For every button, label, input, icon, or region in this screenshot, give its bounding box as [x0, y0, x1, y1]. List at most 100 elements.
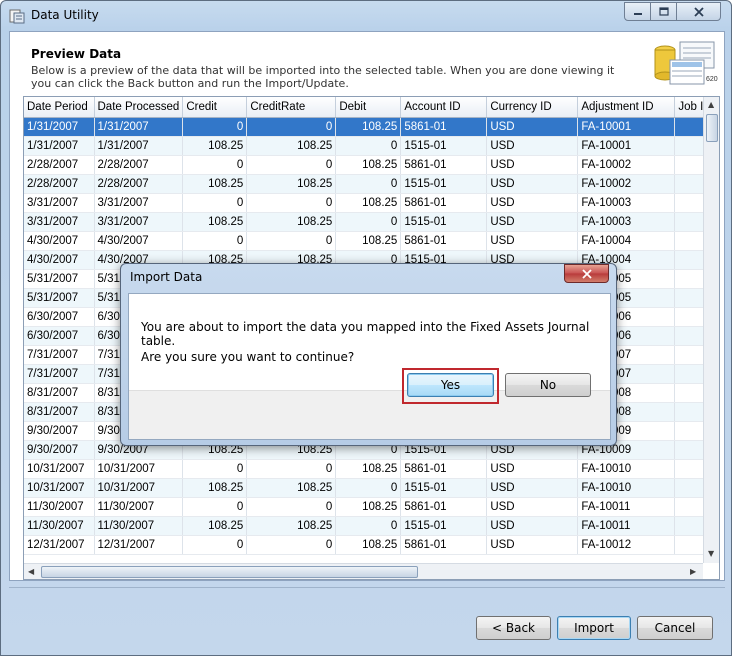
- table-cell: 10/31/2007: [94, 478, 184, 498]
- table-cell: USD: [486, 497, 579, 517]
- table-cell: 3/31/2007: [24, 212, 95, 232]
- maximize-button[interactable]: [650, 2, 677, 21]
- table-cell: USD: [486, 516, 579, 536]
- table-cell: 6/30/2007: [24, 326, 95, 346]
- table-cell: FA-10003: [577, 212, 676, 232]
- table-row[interactable]: 10/31/2007 10/31/2007 0 0 108.25 5861-01 USD FA…: [24, 459, 716, 479]
- table-cell: 5861-01: [400, 535, 488, 555]
- table-cell: 1515-01: [400, 136, 488, 156]
- column-header-credit[interactable]: Credit: [182, 97, 248, 118]
- table-cell: 4/30/2007: [24, 231, 95, 251]
- table-row[interactable]: 4/30/2007 4/30/2007 0 0 108.25 5861-01 USD FA-1…: [24, 231, 716, 251]
- table-row[interactable]: 12/31/2007 12/31/2007 0 0 108.25 5861-01 USD FA…: [24, 535, 716, 555]
- table-cell: 3/31/2007: [94, 193, 184, 213]
- table-cell: 0: [182, 231, 248, 251]
- table-cell: 2/28/2007: [24, 155, 95, 175]
- table-cell: 6/30/2007: [24, 307, 95, 327]
- column-header-adjustment-id[interactable]: Adjustment ID: [577, 97, 676, 118]
- table-cell: 1515-01: [400, 516, 488, 536]
- yes-button[interactable]: Yes: [407, 373, 494, 397]
- table-cell: USD: [486, 535, 579, 555]
- scroll-right-icon[interactable]: ▶: [690, 567, 696, 576]
- table-cell: FA-10011: [577, 497, 676, 517]
- table-cell: 11/30/2007: [24, 497, 95, 517]
- table-cell: 0: [335, 478, 402, 498]
- column-header-date-processed[interactable]: Date Processed: [94, 97, 184, 118]
- dialog-button-bar: [129, 390, 610, 439]
- scroll-down-icon[interactable]: ▼: [708, 549, 714, 558]
- dialog-close-button[interactable]: [564, 264, 609, 283]
- table-cell: 0: [182, 117, 248, 137]
- minimize-button[interactable]: [624, 2, 651, 21]
- table-cell: 4/30/2007: [24, 250, 95, 270]
- table-cell: 1/31/2007: [94, 136, 184, 156]
- table-cell: 0: [182, 535, 248, 555]
- data-utility-icon: [9, 9, 25, 24]
- table-cell: USD: [486, 478, 579, 498]
- table-row[interactable]: 10/31/2007 10/31/2007 108.25 108.25 0 1515-01…: [24, 478, 716, 498]
- horizontal-scroll-thumb[interactable]: [41, 566, 418, 578]
- dialog-body: You are about to import the data you map…: [128, 293, 611, 440]
- table-cell: 0: [246, 459, 337, 479]
- table-row[interactable]: 3/31/2007 3/31/2007 0 0 108.25 5861-01 USD FA-1…: [24, 193, 716, 213]
- table-cell: 3/31/2007: [94, 212, 184, 232]
- table-row[interactable]: 1/31/2007 1/31/2007 108.25 108.25 0 1515-01 US…: [24, 136, 716, 156]
- import-button[interactable]: Import: [557, 616, 631, 640]
- column-header-creditrate[interactable]: CreditRate: [246, 97, 337, 118]
- table-cell: USD: [486, 155, 579, 175]
- table-cell: 5861-01: [400, 155, 488, 175]
- table-row[interactable]: 2/28/2007 2/28/2007 108.25 108.25 0 1515-01 US…: [24, 174, 716, 194]
- vertical-scroll-thumb[interactable]: [706, 114, 718, 142]
- table-cell: FA-10001: [577, 136, 676, 156]
- table-row[interactable]: 11/30/2007 11/30/2007 0 0 108.25 5861-01 USD FA…: [24, 497, 716, 517]
- column-header-debit[interactable]: Debit: [335, 97, 402, 118]
- table-cell: 5861-01: [400, 231, 488, 251]
- table-cell: 2/28/2007: [24, 174, 95, 194]
- column-header-currency-id[interactable]: Currency ID: [486, 97, 579, 118]
- table-row[interactable]: 11/30/2007 11/30/2007 108.25 108.25 0 1515-01…: [24, 516, 716, 536]
- column-header-date-period[interactable]: Date Period: [24, 97, 95, 118]
- page-description: Below is a preview of the data that will…: [31, 64, 615, 90]
- table-row[interactable]: 3/31/2007 3/31/2007 108.25 108.25 0 1515-01 US…: [24, 212, 716, 232]
- no-button[interactable]: No: [505, 373, 591, 397]
- table-cell: 1/31/2007: [94, 117, 184, 137]
- footer-divider: [9, 587, 725, 588]
- table-cell: USD: [486, 117, 579, 137]
- table-cell: 4/30/2007: [94, 231, 184, 251]
- table-cell: 108.25: [182, 212, 248, 232]
- cancel-button[interactable]: Cancel: [637, 616, 713, 640]
- close-button[interactable]: [676, 2, 721, 21]
- table-cell: FA-10012: [577, 535, 676, 555]
- column-header-account-id[interactable]: Account ID: [400, 97, 488, 118]
- vertical-scrollbar[interactable]: ▲ ▼: [703, 97, 719, 563]
- table-cell: 5861-01: [400, 193, 488, 213]
- scroll-left-icon[interactable]: ◀: [28, 567, 34, 576]
- table-cell: 108.25: [246, 174, 337, 194]
- data-utility-window: Data Utility Preview Data Below is a pre…: [0, 0, 732, 656]
- table-cell: FA-10002: [577, 174, 676, 194]
- dialog-title: Import Data: [130, 270, 203, 284]
- table-cell: 7/31/2007: [24, 345, 95, 365]
- horizontal-scrollbar[interactable]: ◀ ▶: [24, 563, 703, 579]
- table-cell: FA-10003: [577, 193, 676, 213]
- table-row[interactable]: 1/31/2007 1/31/2007 0 0 108.25 5861-01 USD FA-1…: [24, 117, 716, 137]
- table-cell: 108.25: [246, 212, 337, 232]
- scroll-up-icon[interactable]: ▲: [708, 100, 714, 109]
- table-cell: 11/30/2007: [94, 497, 184, 517]
- table-cell: USD: [486, 231, 579, 251]
- table-cell: 3/31/2007: [24, 193, 95, 213]
- table-cell: 108.25: [335, 497, 402, 517]
- table-cell: 0: [246, 117, 337, 137]
- window-title: Data Utility: [31, 8, 99, 22]
- table-cell: 1515-01: [400, 478, 488, 498]
- table-cell: 5/31/2007: [24, 288, 95, 308]
- table-row[interactable]: 2/28/2007 2/28/2007 0 0 108.25 5861-01 USD FA-1…: [24, 155, 716, 175]
- back-button[interactable]: < Back: [476, 616, 551, 640]
- table-cell: FA-10004: [577, 231, 676, 251]
- table-cell: 0: [182, 193, 248, 213]
- table-cell: 108.25: [335, 155, 402, 175]
- minimize-icon: [633, 12, 642, 15]
- table-cell: FA-10010: [577, 459, 676, 479]
- table-cell: 9/30/2007: [24, 421, 95, 441]
- table-cell: 108.25: [182, 136, 248, 156]
